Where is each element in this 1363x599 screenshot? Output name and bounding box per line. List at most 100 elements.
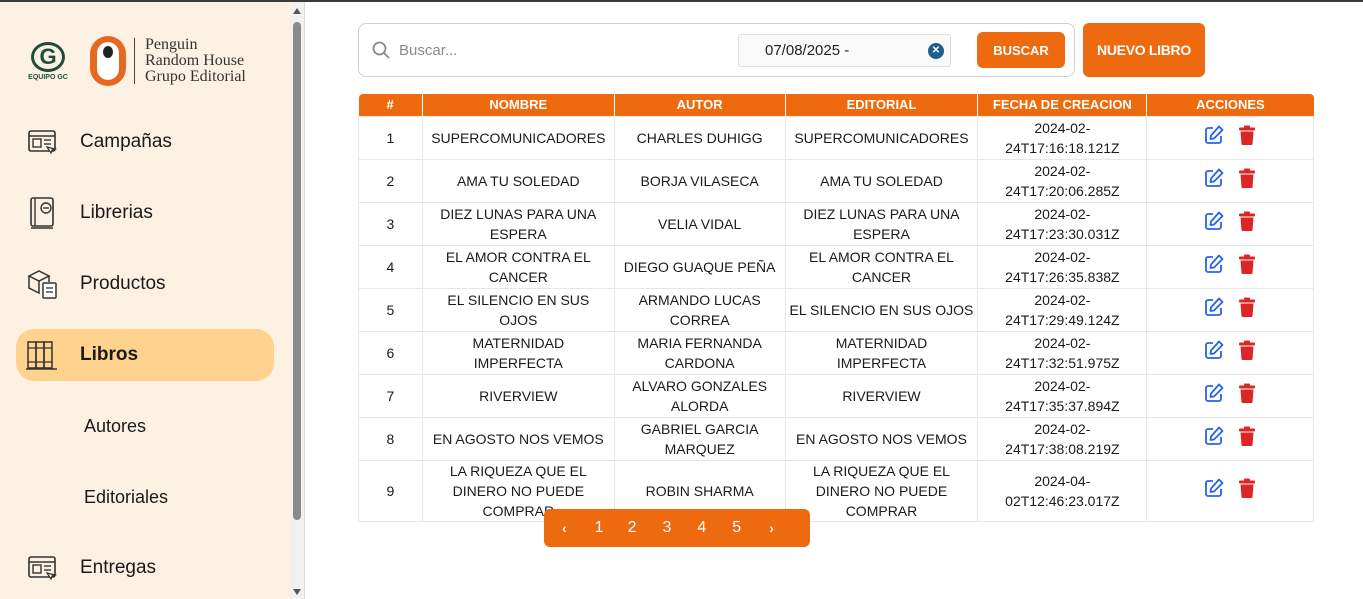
sidebar-item-campanas[interactable]: Campañas bbox=[16, 116, 274, 168]
book-name: DIEZ LUNAS PARA UNA ESPERA bbox=[421, 201, 615, 246]
sidebar-item-label: Campañas bbox=[80, 131, 172, 152]
page-4-button[interactable]: 4 bbox=[697, 519, 706, 537]
created-date: 2024-02-24T17:29:49.124Z bbox=[977, 287, 1148, 332]
row-actions bbox=[1146, 287, 1314, 332]
created-date: 2024-02-24T17:38:08.219Z bbox=[977, 416, 1148, 461]
delete-icon[interactable] bbox=[1238, 211, 1256, 236]
column-header: EDITORIAL bbox=[784, 94, 978, 116]
row-actions bbox=[1146, 115, 1314, 160]
sidebar-item-label: Productos bbox=[80, 273, 166, 294]
equipo-gc-logo: G EQUIPO GC bbox=[26, 36, 70, 86]
delete-icon[interactable] bbox=[1238, 340, 1256, 365]
table-header-row: # NOMBRE AUTOR EDITORIAL FECHA DE CREACI… bbox=[358, 94, 1314, 116]
delete-icon[interactable] bbox=[1238, 297, 1256, 322]
edit-icon[interactable] bbox=[1204, 426, 1224, 451]
created-date: 2024-02-24T17:20:06.285Z bbox=[977, 158, 1148, 203]
edit-icon[interactable] bbox=[1204, 383, 1224, 408]
sidebar-item-productos[interactable]: Productos bbox=[16, 258, 274, 310]
created-date: 2024-02-24T17:35:37.894Z bbox=[977, 373, 1148, 418]
delete-icon[interactable] bbox=[1238, 125, 1256, 150]
edit-icon[interactable] bbox=[1204, 478, 1224, 503]
penguin-logo-icon bbox=[90, 36, 126, 86]
column-header: FECHA DE CREACION bbox=[977, 94, 1147, 116]
new-book-button[interactable]: NUEVO LIBRO bbox=[1083, 23, 1205, 77]
next-page-button[interactable]: › bbox=[769, 520, 774, 536]
book-editorial: SUPERCOMUNICADORES bbox=[784, 115, 979, 160]
book-author: ARMANDO LUCAS CORREA bbox=[613, 287, 786, 332]
book-author: ALVARO GONZALES ALORDA bbox=[613, 373, 786, 418]
delete-icon[interactable] bbox=[1238, 426, 1256, 451]
created-date: 2024-02-24T17:16:18.121Z bbox=[977, 115, 1148, 160]
books-table: # NOMBRE AUTOR EDITORIAL FECHA DE CREACI… bbox=[358, 94, 1314, 522]
book-editorial: EL AMOR CONTRA EL CANCER bbox=[784, 244, 979, 289]
sidebar-item-libros[interactable]: Libros bbox=[16, 329, 274, 381]
page-2-button[interactable]: 2 bbox=[628, 519, 637, 537]
table-row: 5 EL SILENCIO EN SUS OJOS ARMANDO LUCAS CO… bbox=[358, 287, 1314, 332]
sidebar-scrollbar[interactable] bbox=[290, 2, 305, 599]
sidebar-item-librerias[interactable]: Librerias bbox=[16, 187, 274, 239]
row-number: 4 bbox=[358, 244, 423, 289]
publisher-line-2: Random House bbox=[145, 52, 245, 69]
edit-icon[interactable] bbox=[1204, 125, 1224, 150]
edit-icon[interactable] bbox=[1204, 254, 1224, 279]
book-editorial: LA RIQUEZA QUE EL DINERO NO PUEDE COMPRA… bbox=[784, 459, 979, 522]
row-actions bbox=[1146, 158, 1314, 203]
logos: G EQUIPO GC Penguin Random House Grupo E… bbox=[26, 36, 246, 86]
search-button[interactable]: BUSCAR bbox=[977, 32, 1065, 68]
table-row: 1 SUPERCOMUNICADORES CHARLES DUHIGG SUPERCO… bbox=[358, 115, 1314, 160]
search-input[interactable] bbox=[399, 38, 699, 62]
sidebar-subitem-autores[interactable]: Autores bbox=[84, 416, 146, 437]
delete-icon[interactable] bbox=[1238, 478, 1256, 503]
edit-icon[interactable] bbox=[1204, 297, 1224, 322]
table-row: 3 DIEZ LUNAS PARA UNA ESPERA VELIA VIDAL DI… bbox=[358, 201, 1314, 246]
date-range-field[interactable]: 07/08/2025 - ✕ bbox=[738, 34, 951, 67]
book-name: MATERNIDAD IMPERFECTA bbox=[421, 330, 615, 375]
gc-logo-letter: G bbox=[31, 41, 65, 72]
column-header: ACCIONES bbox=[1146, 94, 1314, 116]
gc-logo-text: EQUIPO GC bbox=[28, 73, 68, 81]
edit-icon[interactable] bbox=[1204, 211, 1224, 236]
row-actions bbox=[1146, 330, 1314, 375]
edit-icon[interactable] bbox=[1204, 168, 1224, 193]
book-author: VELIA VIDAL bbox=[613, 201, 786, 246]
publisher-line-1: Penguin bbox=[145, 36, 198, 53]
row-actions bbox=[1146, 459, 1314, 522]
deliveries-icon bbox=[24, 550, 60, 586]
scrollbar-thumb[interactable] bbox=[293, 22, 301, 520]
book-name: EL SILENCIO EN SUS OJOS bbox=[421, 287, 615, 332]
book-author: MARIA FERNANDA CARDONA bbox=[613, 330, 786, 375]
created-date: 2024-02-24T17:32:51.975Z bbox=[977, 330, 1148, 375]
edit-icon[interactable] bbox=[1204, 340, 1224, 365]
table-row: 9 LA RIQUEZA QUE EL DINERO NO PUEDE COMPR… bbox=[358, 459, 1314, 522]
column-header: NOMBRE bbox=[421, 94, 615, 116]
scroll-down-arrow-icon[interactable] bbox=[293, 589, 301, 595]
row-actions bbox=[1146, 373, 1314, 418]
publisher-line-3: Grupo Editorial bbox=[145, 68, 246, 85]
delete-icon[interactable] bbox=[1238, 383, 1256, 408]
book-editorial: EN AGOSTO NOS VEMOS bbox=[784, 416, 979, 461]
page-3-button[interactable]: 3 bbox=[662, 519, 671, 537]
row-actions bbox=[1146, 416, 1314, 461]
book-editorial: DIEZ LUNAS PARA UNA ESPERA bbox=[784, 201, 979, 246]
book-editorial: AMA TU SOLEDAD bbox=[784, 158, 979, 203]
pagination: ‹ 1 2 3 4 5 › bbox=[544, 509, 810, 547]
table-row: 8 EN AGOSTO NOS VEMOS GABRIEL GARCIA MARQU… bbox=[358, 416, 1314, 461]
prev-page-button[interactable]: ‹ bbox=[562, 520, 567, 536]
row-number: 3 bbox=[358, 201, 423, 246]
campaign-icon bbox=[24, 124, 60, 160]
books-icon bbox=[24, 337, 60, 373]
delete-icon[interactable] bbox=[1238, 168, 1256, 193]
page-1-button[interactable]: 1 bbox=[595, 519, 604, 537]
sidebar-item-entregas[interactable]: Entregas bbox=[16, 542, 274, 594]
publisher-name: Penguin Random House Grupo Editorial bbox=[145, 37, 246, 85]
clear-date-icon[interactable]: ✕ bbox=[928, 43, 944, 59]
table-row: 6 MATERNIDAD IMPERFECTA MARIA FERNANDA CAR… bbox=[358, 330, 1314, 375]
sidebar-subitem-editoriales[interactable]: Editoriales bbox=[84, 487, 168, 508]
delete-icon[interactable] bbox=[1238, 254, 1256, 279]
scroll-up-arrow-icon[interactable] bbox=[293, 8, 301, 14]
created-date: 2024-02-24T17:26:35.838Z bbox=[977, 244, 1148, 289]
column-header: AUTOR bbox=[613, 94, 785, 116]
sidebar: G EQUIPO GC Penguin Random House Grupo E… bbox=[0, 2, 290, 599]
page-5-button[interactable]: 5 bbox=[732, 519, 741, 537]
sidebar-item-label: Librerias bbox=[80, 202, 153, 223]
